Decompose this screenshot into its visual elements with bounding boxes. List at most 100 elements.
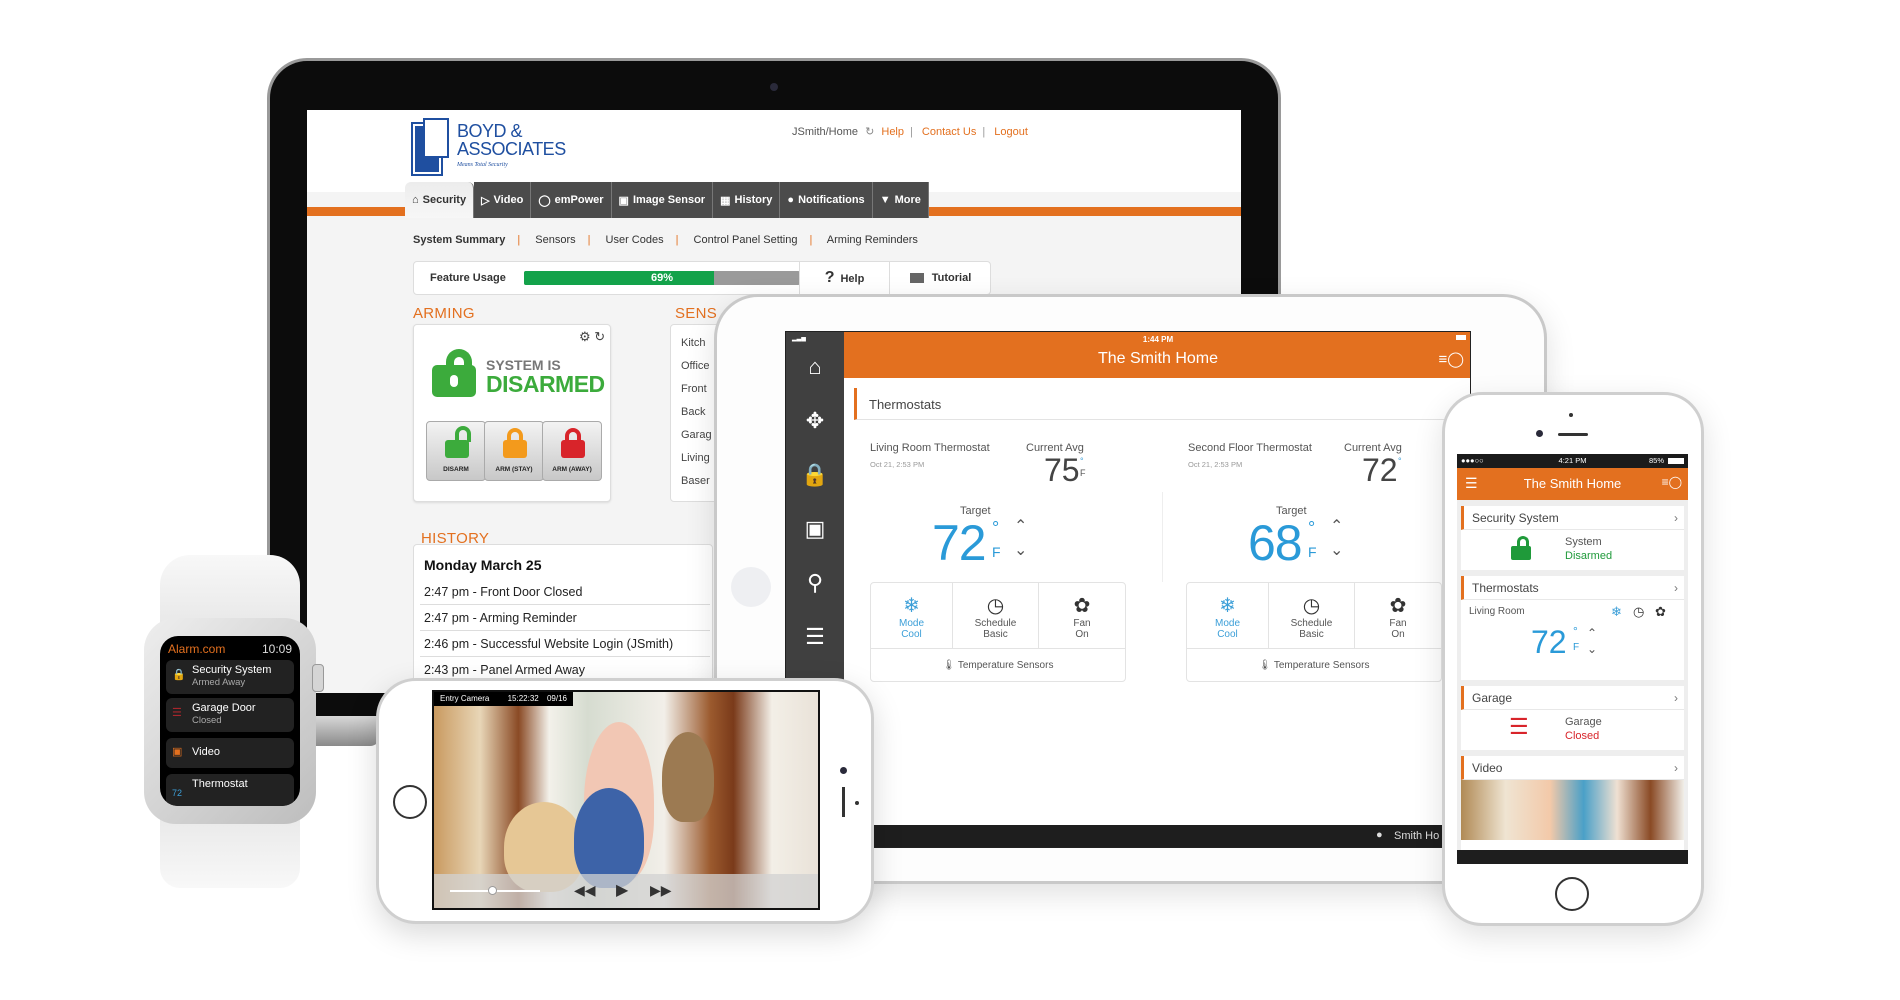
tab-more[interactable]: ▼ More <box>872 182 929 218</box>
garage-icon: ☰ <box>172 707 182 719</box>
current-avg-value: 75 <box>1044 452 1080 488</box>
temperature-sensors-link[interactable]: 🌡 Temperature Sensors <box>1187 648 1441 682</box>
disarm-button[interactable]: DISARM <box>426 421 486 481</box>
tab-history[interactable]: ▦ History <box>713 182 781 218</box>
watch-item-security-system[interactable]: 🔒 Security System Armed Away <box>166 660 294 694</box>
garage-icon[interactable]: ☰ <box>786 624 844 650</box>
schedule-button[interactable]: ◷ Schedule Basic <box>1269 583 1355 648</box>
tab-security[interactable]: ⌂ Security <box>405 182 475 218</box>
video-play-icon: ▣ <box>172 746 183 758</box>
sensor-item[interactable]: Office <box>681 360 710 372</box>
history-event[interactable]: 2:47 pm - Arming Reminder <box>420 605 710 631</box>
thermometer-icon: 🌡 <box>942 660 956 671</box>
logout-link[interactable]: Logout <box>994 126 1028 138</box>
lock-icon[interactable]: 🔒 <box>786 462 844 488</box>
schedule-button[interactable]: ◷ Schedule Basic <box>953 583 1039 648</box>
fan-button[interactable]: ✿ Fan On <box>1039 583 1125 648</box>
brand-tagline: Means Total Security <box>457 162 508 168</box>
sensor-item[interactable]: Living <box>681 452 710 464</box>
sensor-item[interactable]: Garag <box>681 429 712 441</box>
tablet-home-button[interactable] <box>731 567 771 607</box>
brand-logo[interactable]: BOYD & ASSOCIATES Means Total Security <box>411 118 566 176</box>
snowflake-icon: ❄ <box>1219 595 1236 617</box>
scrubber-handle[interactable] <box>487 886 497 895</box>
watch-crown[interactable] <box>312 664 324 692</box>
sensor-item[interactable]: Front <box>681 383 707 395</box>
refresh-icon[interactable]: ↻ <box>594 329 605 344</box>
subnav-control-panel-setting[interactable]: Control Panel Setting <box>694 234 798 246</box>
top-links: JSmith/Home ↻ Help | Contact Us | Logout <box>792 126 1028 138</box>
feature-usage-label: Feature Usage <box>430 272 506 284</box>
mode-cool-button[interactable]: ❄ Mode Cool <box>1187 583 1269 648</box>
phone-header: ☰ The Smith Home ≡◯ <box>1457 468 1688 500</box>
watch-item-thermostat[interactable]: 72 Thermostat <box>166 774 294 806</box>
decrease-temp-button[interactable]: ⌄ <box>1014 540 1027 560</box>
subnav-user-codes[interactable]: User Codes <box>606 234 664 246</box>
temperature-sensors-link[interactable]: 🌡 Temperature Sensors <box>871 648 1125 682</box>
video-camera-icon <box>909 273 924 284</box>
contact-us-link[interactable]: Contact Us <box>922 126 976 138</box>
thermometer-icon: 🌡 <box>1258 660 1272 671</box>
checklist-menu-icon[interactable]: ≡◯ <box>1662 475 1682 489</box>
network-icon[interactable]: ✥ <box>786 408 844 434</box>
subnav-sensors[interactable]: Sensors <box>535 234 575 246</box>
mode-cool-button[interactable]: ❄ Mode Cool <box>871 583 953 648</box>
watch-clock: 10:09 <box>261 642 292 656</box>
decrease-temp-button[interactable]: ⌄ <box>1330 540 1343 560</box>
footer-user[interactable]: Smith Ho <box>1394 830 1439 842</box>
rewind-button[interactable]: ◀◀ <box>574 882 596 899</box>
home-icon[interactable]: ⌂ <box>786 354 844 380</box>
logo-helmet-icon <box>423 118 449 158</box>
decrease-temp-button[interactable]: ⌄ <box>1587 642 1597 656</box>
play-icon: ▷ <box>481 194 490 207</box>
key-icon[interactable]: ⚲ <box>786 570 844 596</box>
fast-forward-button[interactable]: ▶▶ <box>650 882 672 899</box>
thermostats-card[interactable]: Thermostats › Living Room ❄ ◷ ✿ 72 ° F ⌃ … <box>1461 576 1684 680</box>
tab-video[interactable]: ▷ Video <box>474 182 532 218</box>
sensor-item[interactable]: Back <box>681 406 705 418</box>
tutorial-button[interactable]: Tutorial <box>889 262 991 294</box>
snowflake-icon[interactable]: ❄ <box>1611 604 1622 620</box>
video-thumbnail[interactable] <box>1461 780 1684 840</box>
increase-temp-button[interactable]: ⌃ <box>1014 516 1027 536</box>
history-day: Monday March 25 <box>424 557 542 573</box>
tab-notifications[interactable]: ● Notifications <box>780 182 873 218</box>
help-button[interactable]: ? Help <box>799 262 889 294</box>
arm-stay-button[interactable]: ARM (STAY) <box>484 421 544 481</box>
arm-away-button[interactable]: ARM (AWAY) <box>542 421 602 481</box>
security-system-card[interactable]: Security System › System Disarmed <box>1461 506 1684 570</box>
clock-icon: ◷ <box>986 595 1005 617</box>
sensor-item[interactable]: Kitch <box>681 337 705 349</box>
chevron-right-icon: › <box>1674 761 1678 775</box>
phone-speaker <box>1558 433 1588 436</box>
chat-bubble-icon: ● <box>787 194 795 206</box>
watch-item-garage-door[interactable]: ☰ Garage Door Closed <box>166 698 294 732</box>
fan-button[interactable]: ✿ Fan On <box>1355 583 1441 648</box>
tab-empower[interactable]: ◯ emPower <box>531 182 612 218</box>
phone-home-button[interactable] <box>1555 877 1589 911</box>
unlocked-padlock-icon <box>432 349 476 397</box>
watch-item-video[interactable]: ▣ Video <box>166 738 294 768</box>
phone-home-button[interactable] <box>393 785 427 819</box>
fan-icon[interactable]: ✿ <box>1655 604 1666 620</box>
video-card[interactable]: Video › <box>1461 756 1684 852</box>
play-button[interactable]: ▶ <box>616 880 628 900</box>
status-disarmed: DISARMED <box>486 371 605 397</box>
history-event[interactable]: 2:46 pm - Successful Website Login (JSmi… <box>420 631 710 657</box>
garage-card[interactable]: Garage › ☰ Garage Closed <box>1461 686 1684 750</box>
subnav-system-summary[interactable]: System Summary <box>413 234 505 246</box>
help-link[interactable]: Help <box>881 126 904 138</box>
account-name[interactable]: JSmith/Home <box>792 126 858 138</box>
clock-icon[interactable]: ◷ <box>1633 604 1644 620</box>
history-event[interactable]: 2:47 pm - Front Door Closed <box>420 579 710 605</box>
increase-temp-button[interactable]: ⌃ <box>1587 626 1597 640</box>
sensor-item[interactable]: Baser <box>681 475 710 487</box>
gear-icon[interactable]: ⚙ <box>579 329 591 344</box>
checklist-menu-icon[interactable]: ≡◯ <box>1438 350 1464 368</box>
tab-image-sensor[interactable]: ▣ Image Sensor <box>611 182 714 218</box>
subnav-arming-reminders[interactable]: Arming Reminders <box>827 234 918 246</box>
garage-icon: ☰ <box>1509 714 1529 739</box>
image-sensor-icon[interactable]: ▣ <box>786 516 844 542</box>
refresh-icon[interactable]: ↻ <box>865 126 874 138</box>
increase-temp-button[interactable]: ⌃ <box>1330 516 1343 536</box>
